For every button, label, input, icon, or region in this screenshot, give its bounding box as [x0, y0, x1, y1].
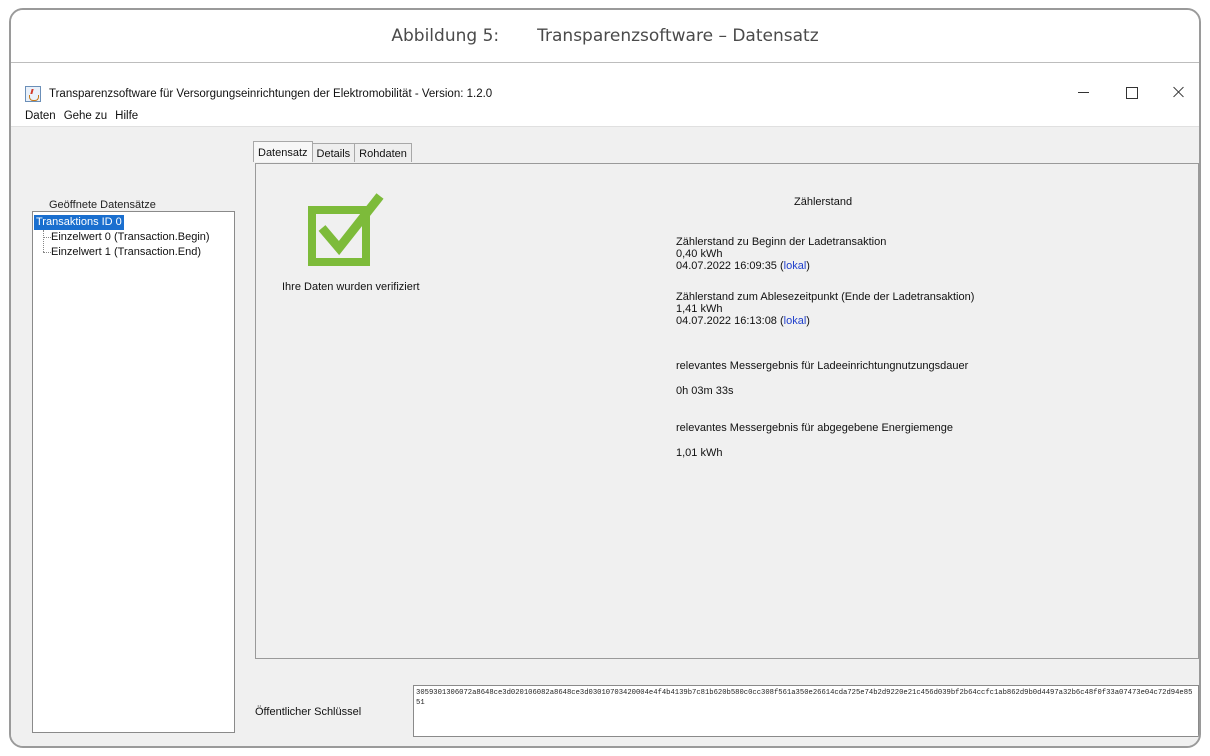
- paren-close: ): [806, 315, 810, 327]
- meter-end-label: Zählerstand zum Ablesezeitpunkt (Ende de…: [676, 291, 975, 303]
- meter-begin-timestamp-row: 04.07.2022 16:09:35 (lokal): [676, 260, 886, 272]
- window-title: Transparenzsoftware für Versorgungseinri…: [49, 88, 493, 100]
- meter-end-timestamp-row: 04.07.2022 16:13:08 (lokal): [676, 315, 974, 327]
- menu-hilfe[interactable]: Hilfe: [115, 110, 138, 122]
- tree-connector: [43, 230, 44, 252]
- energy-value: 1,01 kWh: [676, 447, 723, 459]
- tree-root-item[interactable]: Transaktions ID 0: [34, 215, 124, 230]
- tree-connector: [43, 252, 51, 253]
- tree-item-end[interactable]: Einzelwert 1 (Transaction.End): [51, 245, 201, 260]
- close-button[interactable]: [1164, 80, 1194, 104]
- menu-bar: Daten Gehe zu Hilfe: [11, 106, 1199, 126]
- tree-connector: [43, 237, 51, 238]
- minimize-button[interactable]: [1069, 80, 1099, 104]
- java-app-icon: [25, 86, 41, 102]
- meter-end-value: 1,41 kWh: [676, 303, 723, 315]
- energy-label: relevantes Messergebnis für abgegebene E…: [676, 422, 954, 434]
- figure-frame: Abbildung 5: Transparenzsoftware – Daten…: [9, 8, 1201, 748]
- local-time-link[interactable]: lokal: [784, 315, 807, 327]
- meter-title: Zählerstand: [794, 196, 853, 208]
- sidebar-title: Geöffnete Datensätze: [49, 199, 156, 211]
- duration-label: relevantes Messergebnis für Ladeeinricht…: [676, 360, 969, 372]
- meter-end-block: Zählerstand zum Ablesezeitpunkt (Ende de…: [676, 291, 974, 327]
- meter-begin-value: 0,40 kWh: [676, 248, 723, 260]
- figure-caption: Abbildung 5: Transparenzsoftware – Daten…: [11, 10, 1199, 63]
- meter-begin-timestamp: 04.07.2022 16:09:35 (: [676, 260, 784, 272]
- tab-bar: Datensatz Details Rohdaten: [253, 141, 412, 162]
- tab-datensatz[interactable]: Datensatz: [253, 141, 313, 162]
- caption-title: Transparenzsoftware – Datensatz: [537, 26, 819, 46]
- app-body: Geöffnete Datensätze Transaktions ID 0 E…: [11, 126, 1199, 746]
- check-icon: [308, 193, 384, 266]
- local-time-link[interactable]: lokal: [784, 260, 807, 272]
- dataset-panel: Ihre Daten wurden verifiziert Zählerstan…: [255, 163, 1199, 659]
- tab-details[interactable]: Details: [311, 143, 356, 162]
- verified-message: Ihre Daten wurden verifiziert: [282, 281, 420, 293]
- dataset-tree[interactable]: Transaktions ID 0 Einzelwert 0 (Transact…: [32, 211, 235, 733]
- public-key-label: Öffentlicher Schlüssel: [255, 706, 362, 718]
- meter-end-timestamp: 04.07.2022 16:13:08 (: [676, 315, 784, 327]
- menu-daten[interactable]: Daten: [25, 110, 56, 122]
- tab-rohdaten[interactable]: Rohdaten: [354, 143, 412, 162]
- maximize-button[interactable]: [1116, 80, 1146, 104]
- menu-gehe-zu[interactable]: Gehe zu: [64, 110, 107, 122]
- public-key-field[interactable]: 3059301306072a8648ce3d020106082a8648ce3d…: [413, 685, 1199, 737]
- meter-begin-label: Zählerstand zu Beginn der Ladetransaktio…: [676, 236, 887, 248]
- meter-begin-block: Zählerstand zu Beginn der Ladetransaktio…: [676, 236, 886, 272]
- duration-value: 0h 03m 33s: [676, 385, 734, 397]
- caption-number: Abbildung 5:: [391, 26, 500, 46]
- tree-item-begin[interactable]: Einzelwert 0 (Transaction.Begin): [51, 230, 210, 245]
- paren-close: ): [806, 260, 810, 272]
